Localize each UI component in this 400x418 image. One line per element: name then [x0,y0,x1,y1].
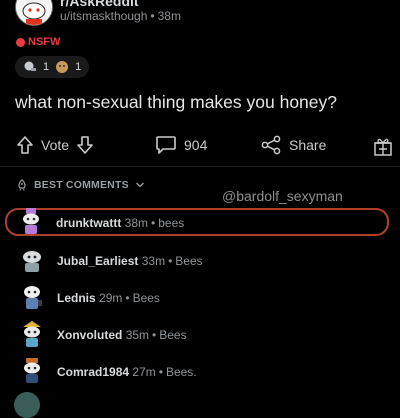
comment-username[interactable]: Comrad1984 [57,365,129,379]
subreddit-avatar[interactable] [15,0,53,26]
doge-award-icon [56,61,69,73]
comment-body: bees [158,216,185,230]
comment-age: 27m [132,365,156,379]
user-avatar-icon[interactable] [18,356,46,386]
share-label: Share [289,137,327,153]
meta-separator: • [168,254,173,268]
post-header: r/AskReddit u/itsmaskthough • 38m [0,0,400,30]
vote-control: Vote [16,135,94,155]
user-avatar-icon[interactable] [18,245,46,275]
comment-text-line: Comrad1984 27m • Bees. [57,365,197,379]
chevron-down-icon [135,182,144,188]
comment-text-line: Jubal_Earliest 33m • Bees [57,254,203,268]
user-avatar-icon[interactable] [18,282,46,312]
comment-username[interactable]: Jubal_Earliest [57,254,138,268]
subreddit-name[interactable]: r/AskReddit [60,0,139,9]
comment-age: 33m [141,254,166,268]
user-avatar-icon[interactable] [14,392,40,418]
post-action-bar: Vote 904 Share [0,132,400,160]
comment-text-line: Lednis 29m • Bees [57,291,160,305]
comment-row[interactable]: Xonvoluted 35m • Bees [8,319,392,349]
snoo-icon [16,0,52,25]
meta-separator: • [125,291,130,305]
meta-separator: • [152,328,157,342]
award-count: 1 [75,61,82,73]
comment-username[interactable]: drunktwattt [56,216,121,230]
comment-age: 29m [99,291,123,305]
divider [0,166,400,167]
silver-award-icon [24,61,36,71]
share-icon [261,135,281,155]
sort-label: BEST COMMENTS [34,179,129,191]
meta-separator: • [158,365,163,379]
award-button[interactable] [372,135,394,157]
post-age: 38m [157,9,181,23]
comment-sort-control[interactable]: BEST COMMENTS [16,179,145,191]
awards-bar[interactable]: 1 1 [15,56,90,78]
comment-text-line: Xonvoluted 35m • Bees [57,328,187,342]
comment-body: Bees [159,328,187,342]
nsfw-label: NSFW [28,36,61,48]
vote-label: Vote [41,137,70,153]
comment-age: 38m [124,216,149,230]
upvote-arrow-icon[interactable] [16,135,34,155]
user-avatar-icon[interactable] [18,319,46,349]
comment-username[interactable]: Lednis [57,291,96,305]
share-button[interactable]: Share [260,135,326,155]
meta-separator: • [150,9,155,23]
meta-separator: • [151,216,156,230]
comment-body: Bees. [165,365,197,379]
post-author[interactable]: u/itsmaskthough [60,9,147,23]
watermark: @bardolf_sexyman [222,188,343,204]
comment-row[interactable]: Jubal_Earliest 33m • Bees [8,248,392,274]
comments-count: 904 [184,137,208,153]
comment-row[interactable]: drunktwattt 38m • bees [5,208,389,236]
rocket-icon [18,179,26,191]
comment-body: Bees [132,291,160,305]
comment-age: 35m [125,328,150,342]
downvote-arrow-icon[interactable] [76,135,94,155]
comment-username[interactable]: Xonvoluted [57,328,122,342]
user-avatar-icon[interactable] [17,207,45,237]
comments-button[interactable]: 904 [155,135,207,155]
comment-text-line: drunktwattt 38m • bees [56,216,184,230]
award-count: 1 [43,61,50,73]
nsfw-tag: NSFW [16,36,60,48]
gift-award-icon [374,138,392,156]
nsfw-icon [16,37,25,47]
comment-body: Bees [175,254,203,268]
post-title: what non-sexual thing makes you honey? [15,92,338,112]
post-meta: u/itsmaskthough • 38m [60,9,181,23]
comment-row[interactable]: Comrad1984 27m • Bees. [8,356,392,386]
comment-bubble-icon [156,136,176,154]
comment-row[interactable]: Lednis 29m • Bees [8,285,392,311]
